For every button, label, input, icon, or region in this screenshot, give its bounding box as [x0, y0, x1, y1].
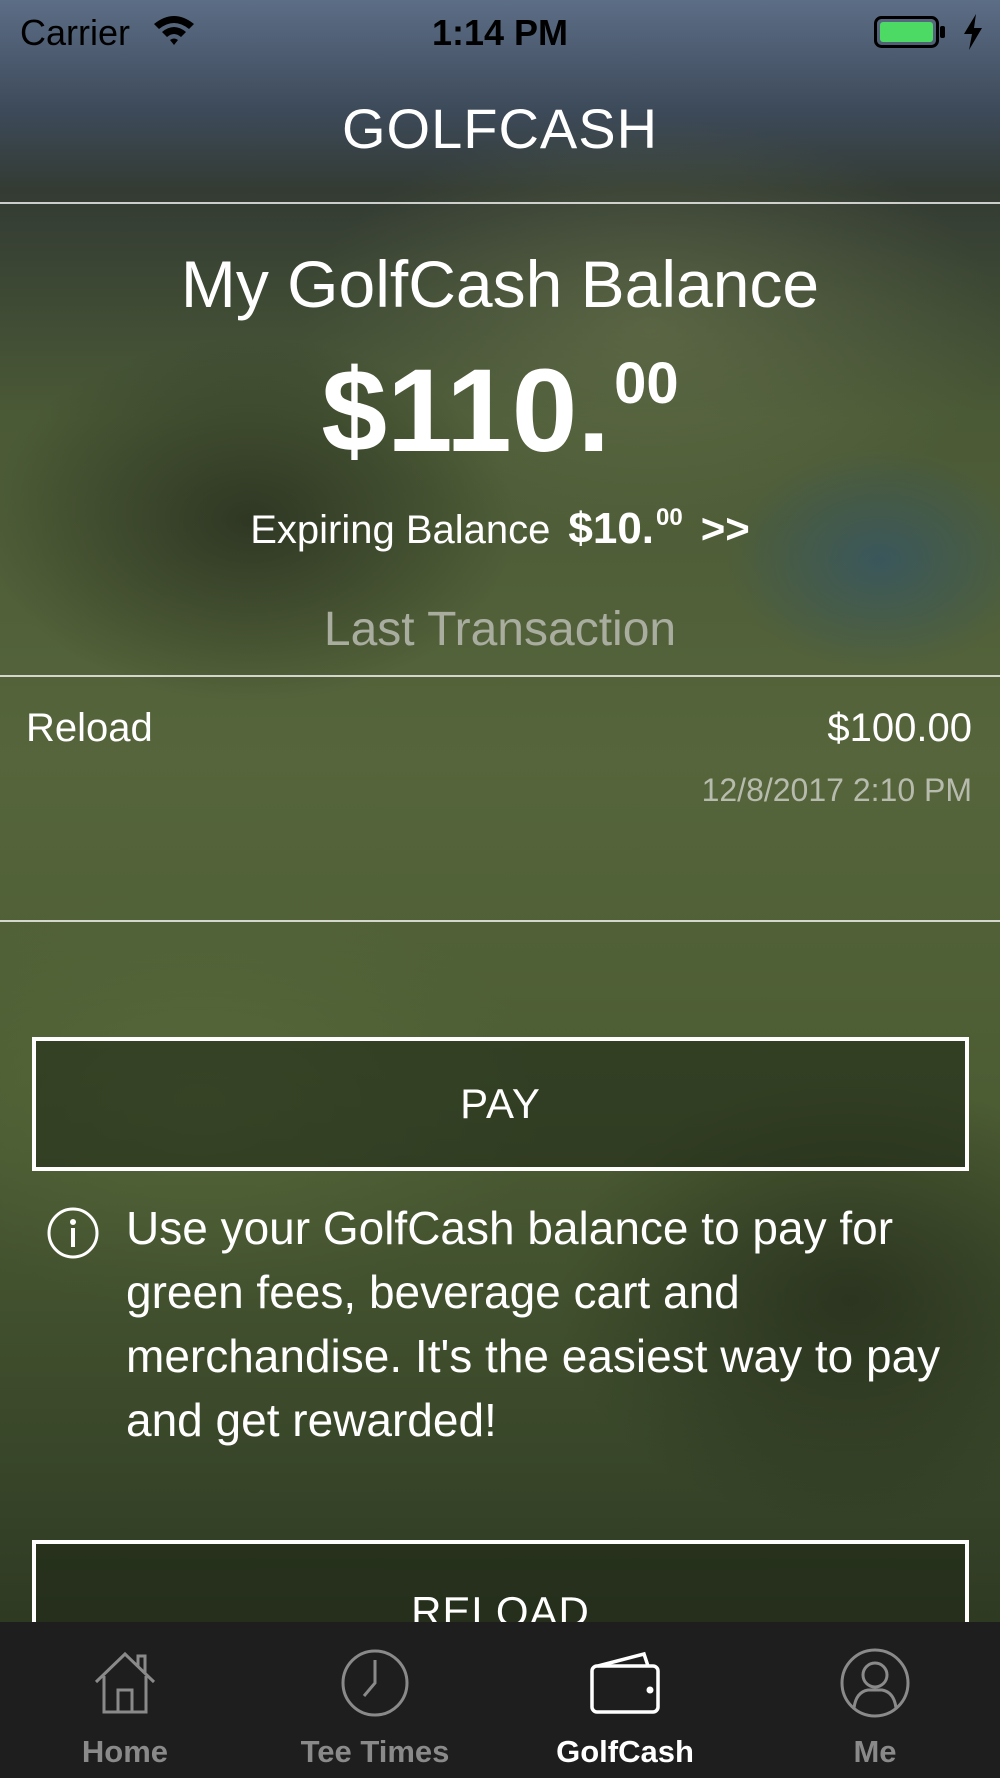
expiring-balance-amount: $10.00 — [568, 504, 682, 554]
pay-button[interactable]: PAY — [32, 1037, 969, 1171]
info-text: Use your GolfCash balance to pay for gre… — [126, 1202, 941, 1446]
last-transaction-heading: Last Transaction — [323, 603, 677, 656]
tab-golfcash-label: GolfCash — [556, 1734, 694, 1769]
balance-cents: 00 — [614, 351, 679, 416]
balance-title: My GolfCash Balance — [180, 247, 820, 321]
expiring-cents: 00 — [656, 504, 683, 531]
expiring-balance-row[interactable]: Expiring Balance $10.00 >> — [0, 504, 1000, 554]
wallet-icon — [590, 1651, 660, 1714]
tab-tee-times[interactable]: Tee Times — [250, 1622, 500, 1778]
tab-tee-times-label: Tee Times — [300, 1734, 450, 1769]
status-bar: Carrier 1:14 PM — [0, 0, 1000, 68]
charging-bolt-icon — [964, 14, 982, 50]
tab-me[interactable]: Me — [750, 1622, 1000, 1778]
expiring-balance-label: Expiring Balance — [250, 508, 551, 552]
tab-me-label: Me — [853, 1734, 897, 1769]
balance-dollars: $110. — [321, 345, 611, 477]
home-icon — [94, 1651, 156, 1714]
transaction-amount: $100.00 — [827, 706, 972, 750]
tab-home[interactable]: Home — [0, 1622, 250, 1778]
tab-bar: Home Tee Times GolfCash Me — [0, 1622, 1000, 1778]
page-title: GOLFCASH — [341, 97, 659, 160]
battery-icon — [874, 16, 945, 48]
header-divider — [0, 202, 1000, 204]
transaction-date: 12/8/2017 2:10 PM — [701, 772, 972, 808]
expiring-dollars: $10. — [568, 504, 655, 553]
expiring-balance-link[interactable]: >> — [701, 505, 750, 553]
user-icon — [840, 1648, 910, 1718]
transaction-bottom-divider — [0, 920, 1000, 922]
tab-golfcash[interactable]: GolfCash — [500, 1622, 750, 1778]
balance-amount: $110.00 — [0, 352, 1000, 470]
transaction-type: Reload — [26, 706, 153, 750]
tab-home-label: Home — [81, 1734, 169, 1769]
transaction-top-divider — [0, 675, 1000, 677]
info-icon — [47, 1207, 99, 1259]
status-time: 1:14 PM — [431, 12, 569, 53]
clock-icon — [341, 1649, 409, 1717]
